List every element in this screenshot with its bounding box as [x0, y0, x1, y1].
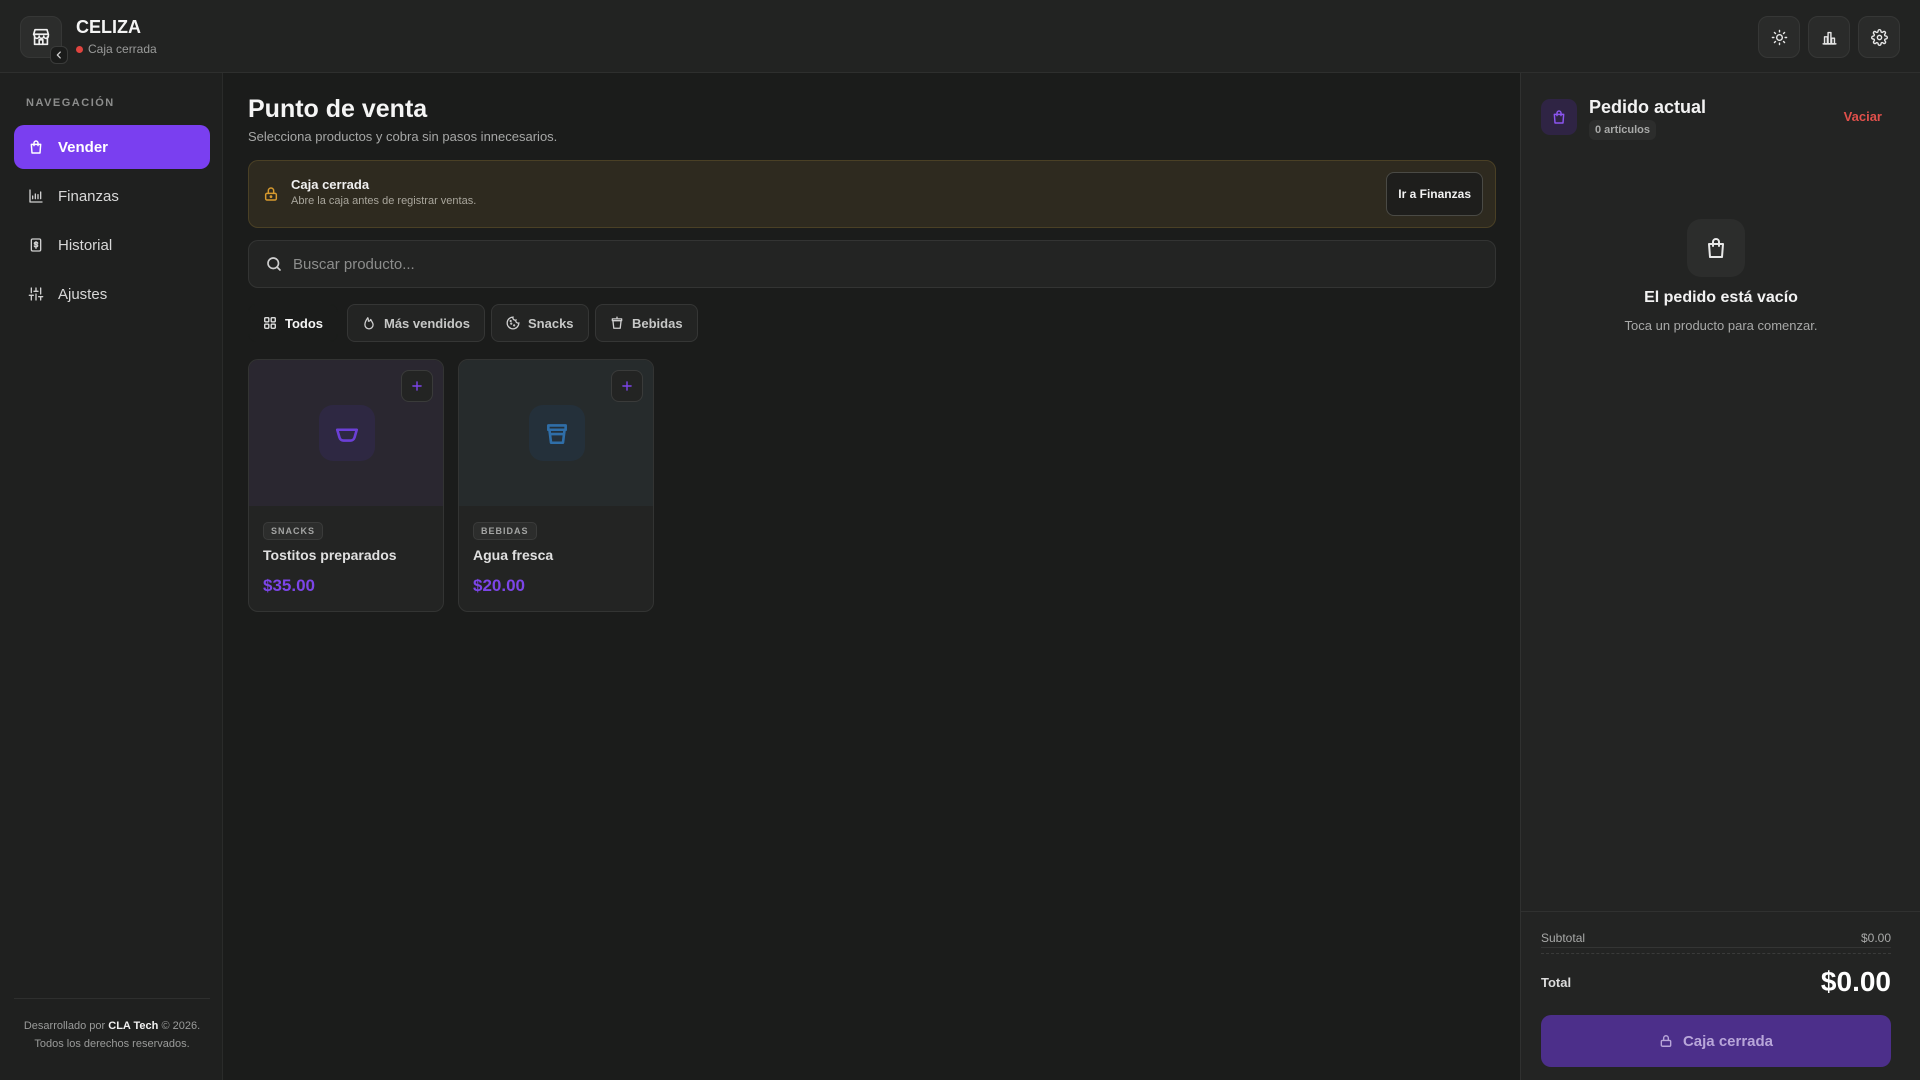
search-input[interactable]	[293, 241, 1473, 287]
order-summary: Subtotal $0.00 Total $0.00 Caja cerrada	[1521, 911, 1920, 1080]
product-card-tostitos[interactable]: SNACKS Tostitos preparados $35.00	[248, 359, 444, 612]
order-item-count: 0 artículos	[1589, 120, 1657, 140]
order-panel: Pedido actual 0 artículos Vaciar El pedi…	[1520, 73, 1920, 1080]
page-title: Punto de venta	[248, 95, 428, 123]
nav-heading: NAVEGACIÓN	[26, 97, 115, 109]
sidebar-item-label: Historial	[58, 236, 113, 254]
clear-order-button[interactable]: Vaciar	[1844, 109, 1882, 124]
checkout-label: Caja cerrada	[1682, 1032, 1774, 1050]
lock-icon	[1660, 1035, 1672, 1047]
sidebar-item-label: Ajustes	[58, 285, 108, 303]
grid-icon	[264, 317, 276, 329]
alert-text: Abre la caja antes de registrar ventas.	[291, 195, 477, 207]
plus-icon	[412, 381, 422, 391]
page-subtitle: Selecciona productos y cobra sin pasos i…	[248, 129, 558, 144]
register-status: Caja cerrada	[76, 42, 157, 56]
total-label: Total	[1541, 974, 1572, 990]
bowl-icon	[335, 428, 359, 442]
product-icon-box	[529, 405, 585, 461]
shopping-bag-icon	[1708, 238, 1724, 258]
sidebar-item-ajustes[interactable]: Ajustes	[14, 272, 210, 316]
sliders-icon	[28, 287, 44, 301]
tab-bebidas[interactable]: Bebidas	[595, 304, 698, 342]
empty-order-title: El pedido está vacío	[1644, 289, 1798, 306]
store-icon	[32, 28, 50, 46]
gear-icon	[1870, 28, 1888, 46]
sidebar-item-finanzas[interactable]: Finanzas	[14, 174, 210, 218]
tab-label: Todos	[285, 315, 324, 331]
brand-name: CELIZA	[76, 17, 141, 37]
tab-snacks[interactable]: Snacks	[491, 304, 589, 342]
sidebar-footer: Desarrollado por CLA Tech © 2026. Todos …	[14, 998, 210, 1080]
search-box	[248, 240, 1496, 288]
sidebar-item-label: Finanzas	[58, 187, 119, 205]
plus-icon	[622, 381, 632, 391]
bar-chart-icon	[1821, 31, 1837, 45]
empty-order-icon-box	[1687, 219, 1745, 277]
top-header: CELIZA Caja cerrada	[0, 0, 1920, 73]
product-icon-box	[319, 405, 375, 461]
flame-icon	[364, 317, 374, 330]
product-name: Agua fresca	[473, 547, 554, 563]
credits-suffix: © 2026.	[161, 1020, 201, 1032]
subtotal-value: $0.00	[1860, 930, 1891, 945]
product-price: $35.00	[263, 576, 315, 595]
shopping-bag-icon	[30, 140, 42, 154]
tab-todos[interactable]: Todos	[248, 304, 339, 342]
rights-line: Todos los derechos reservados.	[34, 1038, 190, 1050]
total-row: Total $0.00	[1541, 962, 1891, 1002]
cup-icon	[547, 424, 567, 445]
status-dot	[76, 45, 83, 53]
checkout-button[interactable]: Caja cerrada	[1541, 1015, 1891, 1067]
search-icon	[267, 257, 281, 271]
product-category-badge: BEBIDAS	[473, 522, 537, 540]
sidebar-item-vender[interactable]: Vender	[14, 125, 210, 169]
order-title: Pedido actual	[1589, 97, 1707, 117]
main-content: Punto de venta Selecciona productos y co…	[224, 73, 1520, 1080]
product-name: Tostitos preparados	[263, 547, 397, 563]
tab-label: Más vendidos	[384, 315, 470, 331]
sidebar-item-historial[interactable]: Historial	[14, 223, 210, 267]
cup-icon	[611, 316, 623, 329]
total-value: $0.00	[1820, 966, 1891, 997]
go-to-finances-button[interactable]: Ir a Finanzas	[1386, 172, 1483, 216]
sidebar: NAVEGACIÓN Vender Finanzas Historial Aju…	[0, 73, 223, 1080]
cookie-icon	[506, 316, 520, 330]
register-status-label: Caja cerrada	[88, 42, 157, 56]
tab-mas-vendidos[interactable]: Más vendidos	[347, 304, 485, 342]
credits-prefix: Desarrollado por	[23, 1020, 106, 1032]
sun-icon	[1771, 29, 1787, 45]
credits-line: Desarrollado por CLA Tech © 2026.	[14, 1017, 210, 1035]
tab-label: Bebidas	[632, 315, 683, 331]
add-to-order-button[interactable]	[611, 370, 643, 402]
receipt-icon	[30, 238, 42, 252]
order-icon-box	[1541, 99, 1577, 135]
tab-label: Snacks	[528, 315, 574, 331]
chevron-left-icon	[56, 51, 61, 59]
credits-company: CLA Tech	[108, 1020, 159, 1032]
chart-icon	[29, 189, 43, 203]
summary-divider	[1541, 953, 1891, 954]
sidebar-item-label: Vender	[58, 138, 109, 156]
subtotal-label: Subtotal	[1541, 930, 1586, 945]
empty-order-text: Toca un producto para comenzar.	[1624, 318, 1818, 333]
add-to-order-button[interactable]	[401, 370, 433, 402]
lock-icon	[264, 187, 278, 201]
alert-title: Caja cerrada	[291, 177, 370, 192]
register-closed-alert: Caja cerrada Abre la caja antes de regis…	[248, 160, 1496, 228]
product-price: $20.00	[473, 576, 525, 595]
subtotal-row: Subtotal $0.00	[1541, 928, 1891, 948]
product-category-badge: SNACKS	[263, 522, 324, 540]
reports-button[interactable]	[1808, 16, 1850, 58]
collapse-sidebar-button[interactable]	[50, 46, 68, 64]
shopping-bag-icon	[1553, 110, 1565, 124]
product-card-agua-fresca[interactable]: BEBIDAS Agua fresca $20.00	[458, 359, 654, 612]
settings-button[interactable]	[1858, 16, 1900, 58]
theme-toggle-button[interactable]	[1758, 16, 1800, 58]
